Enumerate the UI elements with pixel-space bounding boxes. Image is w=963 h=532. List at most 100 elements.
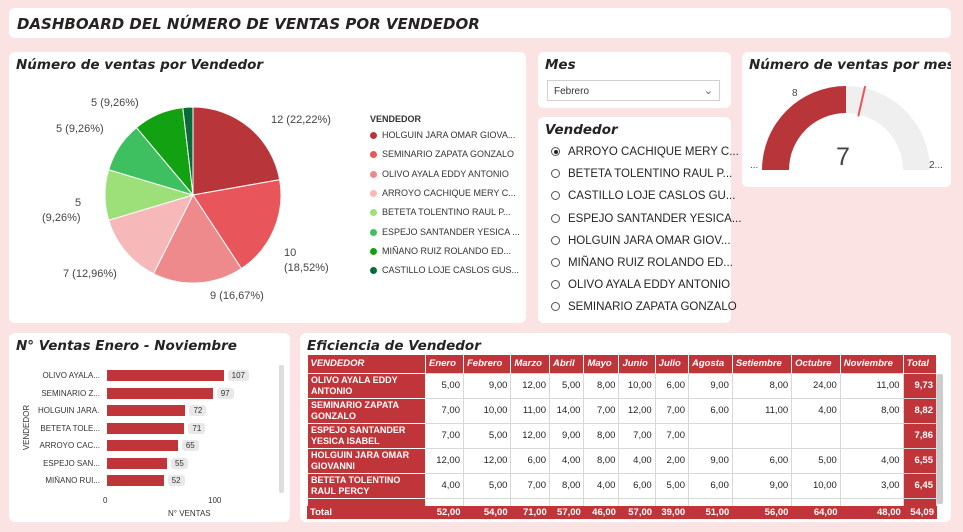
column-header[interactable]: VENDEDOR (307, 355, 426, 373)
column-header[interactable]: Total (903, 355, 938, 373)
bar[interactable] (107, 475, 164, 486)
radio-button[interactable] (551, 302, 560, 312)
legend-item[interactable]: HOLGUIN JARA OMAR GIOVA... (370, 130, 515, 140)
legend-item[interactable]: BETETA TOLENTINO RAUL P... (370, 207, 511, 217)
table-cell: 4,00 (425, 472, 464, 499)
table-cell: 8,82 (902, 397, 938, 424)
table-row[interactable]: ESPEJO SANTANDER YESICA ISABEL 7,00 5,00 12… (307, 422, 938, 449)
bar[interactable] (107, 440, 178, 451)
table-scrollbar[interactable] (937, 374, 943, 504)
column-header[interactable]: Febrero (463, 355, 512, 373)
legend-dot (370, 267, 377, 275)
pie-label: 12 (22,22%) (271, 114, 331, 126)
column-header[interactable]: Enero (425, 355, 464, 373)
pie-label: 5 (75, 197, 82, 209)
table-cell: 9,00 (688, 447, 733, 474)
total-table: Total 52,00 54,00 71,00 57,00 46,00 57,00 39,00… (307, 506, 937, 519)
table-cell: 5,00 (791, 447, 841, 474)
table-container[interactable]: VENDEDOR Enero Febrero Marzo Abril Mayo Junio J… (307, 355, 947, 519)
bar-chart-title: N° Ventas Enero - Noviembre (16, 338, 237, 354)
bar[interactable] (107, 370, 224, 381)
bar-ylabel: VENDEDOR (22, 404, 32, 451)
column-header[interactable]: Mayo (583, 355, 620, 373)
bar[interactable] (107, 387, 213, 399)
vendedor-option-label: ESPEJO SANTANDER YESICA... (568, 212, 742, 225)
table-cell: 4,00 (791, 397, 841, 424)
table-cell: 4,00 (618, 447, 656, 474)
gauge-target-label: 8 (792, 88, 798, 99)
table-cell: 4,00 (548, 447, 585, 474)
column-header[interactable]: Setiembre (732, 355, 793, 373)
legend-item[interactable]: MIÑANO RUIZ ROLANDO ED... (370, 246, 511, 256)
table-cell: 5,00 (425, 372, 464, 399)
table-cell: 24,00 (791, 372, 841, 399)
total-cell: 64,00 (791, 506, 841, 519)
column-header[interactable]: Octubre (791, 355, 841, 373)
bar-category-label: BETETA TOLE... (40, 423, 100, 433)
bar[interactable] (107, 405, 186, 416)
total-cell: 51,00 (688, 506, 733, 519)
table-row[interactable]: HOLGUIN JARA OMAR GIOVANNI 12,00 12,00 6,00… (307, 447, 938, 474)
total-cell: 57,00 (549, 506, 584, 519)
table-cell: 8,00 (583, 447, 620, 474)
column-header[interactable]: Junio (618, 355, 656, 373)
legend-title: VENDEDOR (370, 114, 422, 124)
vendedor-option[interactable]: ESPEJO SANTANDER YESICA... (551, 211, 741, 227)
table-cell: 7,00 (654, 397, 690, 424)
vendedor-option-label: ARROYO CACHIQUE MERY C... (568, 146, 739, 158)
table-cell: 9,00 (731, 472, 793, 499)
column-header[interactable]: Noviembre (840, 355, 904, 373)
legend-label: HOLGUIN JARA OMAR GIOVA... (382, 130, 516, 140)
table-row[interactable]: BETETA TOLENTINO RAUL PERCY 4,00 5,00 7,00 8… (307, 472, 938, 499)
table-cell: 11,00 (839, 372, 904, 399)
legend-item[interactable]: CASTILLO LOJE CASLOS GUS... (370, 265, 519, 275)
mes-dropdown-value: Febrero (554, 86, 590, 97)
pie-label: (9,26%) (42, 212, 81, 224)
radio-button[interactable] (551, 213, 560, 223)
table-cell: 9,00 (462, 372, 512, 399)
radio-button[interactable] (551, 280, 560, 290)
column-header[interactable]: Julio (655, 355, 690, 373)
radio-button[interactable] (551, 147, 560, 156)
legend-item[interactable]: ARROYO CACHIQUE MERY C... (370, 188, 516, 198)
total-cell: 71,00 (510, 506, 550, 519)
table-cell: 7,00 (618, 422, 656, 449)
bar[interactable] (107, 457, 167, 469)
radio-button[interactable] (551, 169, 560, 179)
vendedor-option[interactable]: MIÑANO RUIZ ROLANDO ED... (551, 255, 733, 271)
pie-label: 5 (9,26%) (91, 97, 139, 109)
legend-dot (370, 189, 377, 197)
column-header[interactable]: Agosta (688, 355, 733, 373)
page-title: DASHBOARD DEL NÚMERO DE VENTAS POR VENDE… (17, 15, 480, 33)
table-cell: 6,55 (902, 447, 938, 474)
table-cell: 8,00 (583, 372, 620, 399)
bar-scrollbar[interactable] (279, 365, 284, 493)
vendedor-option[interactable]: BETETA TOLENTINO RAUL P... (551, 166, 732, 182)
table-cell (839, 422, 904, 449)
radio-button[interactable] (551, 235, 560, 245)
table-cell: 5,00 (548, 372, 585, 399)
column-header[interactable]: Abril (549, 355, 585, 373)
bar-category-label: ARROYO CAC... (39, 441, 100, 450)
table-row[interactable]: SEMINARIO ZAPATA GONZALO 7,00 10,00 11,00 14… (307, 397, 938, 424)
bar[interactable] (107, 422, 185, 434)
column-header[interactable]: Marzo (510, 355, 550, 373)
mes-dropdown[interactable]: Febrero ⌄ (547, 80, 720, 101)
legend-item[interactable]: SEMINARIO ZAPATA GONZALO (370, 149, 514, 159)
legend-item[interactable]: OLIVO AYALA EDDY ANTONIO (370, 169, 509, 179)
table-cell: 3,00 (839, 472, 904, 499)
vendedor-option[interactable]: ARROYO CACHIQUE MERY C... (551, 144, 739, 160)
table-cell: 6,00 (654, 372, 690, 399)
vendedor-option[interactable]: HOLGUIN JARA OMAR GIOV... (551, 233, 731, 249)
table-cell: 7,00 (425, 422, 464, 449)
table-cell: 7,00 (583, 397, 620, 424)
legend-item[interactable]: ESPEJO SANTANDER YESICA ... (370, 227, 520, 237)
vendedor-option[interactable]: OLIVO AYALA EDDY ANTONIO (551, 277, 730, 293)
vendedor-option[interactable]: SEMINARIO ZAPATA GONZALO (551, 299, 737, 315)
radio-button[interactable] (551, 258, 560, 267)
vendedor-option[interactable]: CASTILLO LOJE CASLOS GU... (551, 188, 735, 204)
table-row[interactable]: OLIVO AYALA EDDY ANTONIO 5,00 9,00 12,00 5,0… (307, 372, 938, 399)
legend-label: SEMINARIO ZAPATA GONZALO (382, 149, 515, 160)
table-cell: 7,00 (654, 422, 690, 449)
radio-button[interactable] (551, 191, 560, 201)
